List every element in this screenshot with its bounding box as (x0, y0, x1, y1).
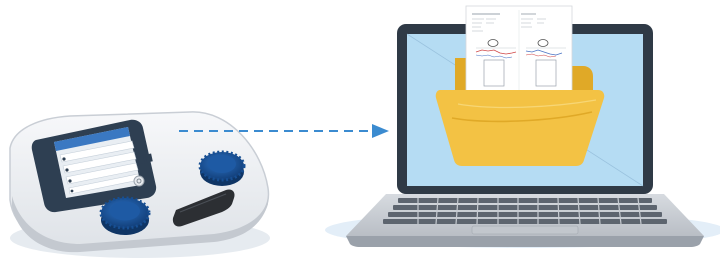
power-button-icon (133, 175, 145, 187)
laptop-base-edge (346, 236, 704, 247)
illustration-canvas (9, 5, 720, 258)
folder-front-group (435, 90, 605, 166)
left-knob (99, 196, 151, 235)
folder-front (435, 90, 605, 166)
audiometer-device (9, 111, 270, 258)
laptop-trackpad (471, 225, 579, 235)
right-knob (198, 150, 246, 186)
arrow-right-icon (372, 124, 389, 138)
